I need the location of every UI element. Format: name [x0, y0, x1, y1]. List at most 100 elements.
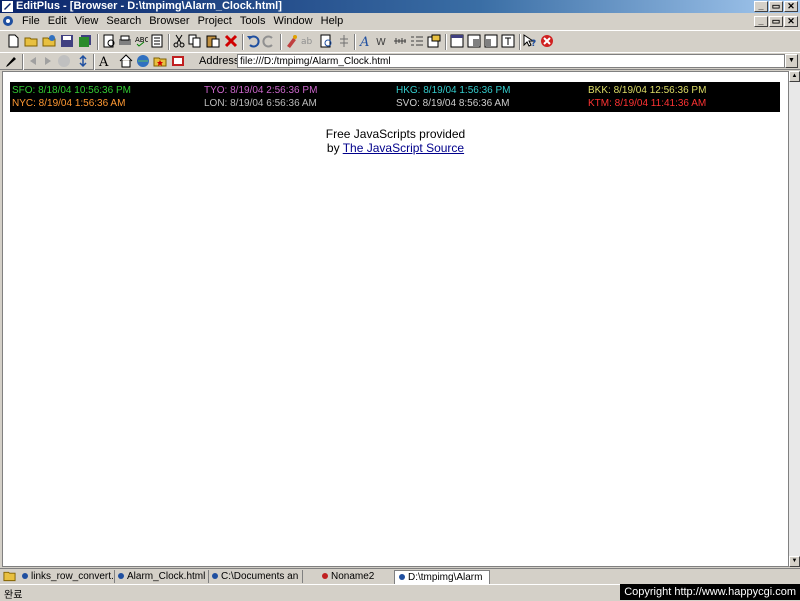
blue-dot-icon — [22, 573, 28, 580]
clock-bkk: BKK: 8/19/04 12:56:36 PM — [588, 85, 707, 96]
document-tab-bar: links_row_convert.i Alarm_Clock.html C:\… — [0, 568, 800, 585]
ruler-icon[interactable] — [393, 34, 407, 48]
scroll-up-button[interactable]: ▲ — [789, 71, 800, 82]
open-file-icon[interactable] — [24, 34, 38, 48]
document-window-controls: _ ▭ ✕ — [754, 15, 798, 27]
tab-label: Noname2 — [331, 571, 375, 582]
save-icon[interactable] — [60, 34, 74, 48]
window-title: EditPlus - [Browser - D:\tmpimg\Alarm_Cl… — [16, 0, 282, 12]
stop-icon[interactable] — [540, 34, 554, 48]
open-remote-icon[interactable] — [42, 34, 56, 48]
toolbar-separator — [93, 54, 95, 70]
context-help-icon[interactable]: ? — [523, 34, 537, 48]
print-icon[interactable] — [118, 34, 132, 48]
view-source-icon[interactable] — [171, 54, 185, 68]
tab-noname2[interactable]: Noname2 — [318, 570, 394, 583]
menu-help[interactable]: Help — [317, 13, 348, 30]
toolbar-separator — [280, 34, 282, 50]
menu-window[interactable]: Window — [270, 13, 317, 30]
refresh-icon[interactable] — [76, 54, 90, 68]
address-label: Address — [199, 55, 240, 67]
clock-nyc: NYC: 8/19/04 1:56:36 AM — [12, 98, 126, 109]
svg-text:A: A — [98, 55, 109, 68]
cliptext-window-icon[interactable] — [484, 34, 498, 48]
toolbar-separator — [242, 34, 244, 50]
address-input[interactable] — [237, 54, 785, 68]
minimize-button[interactable]: _ — [754, 1, 768, 12]
back-icon[interactable] — [26, 54, 40, 68]
blue-dot-icon — [212, 573, 218, 580]
clock-sfo: SFO: 8/18/04 10:56:36 PM — [12, 85, 131, 96]
tab-label: Alarm_Clock.html — [127, 571, 206, 582]
doc-restore-button[interactable]: ▭ — [769, 16, 783, 27]
javascript-source-link[interactable]: The JavaScript Source — [343, 141, 464, 155]
new-file-icon[interactable] — [6, 34, 20, 48]
credit-text: Free JavaScripts provided by The JavaScr… — [3, 127, 788, 155]
word-wrap-icon[interactable]: W — [376, 34, 390, 48]
folder-icon[interactable] — [3, 570, 16, 582]
undo-icon[interactable] — [246, 34, 260, 48]
stop-loading-icon[interactable] — [57, 54, 71, 68]
menu-search[interactable]: Search — [102, 13, 145, 30]
menu-file[interactable]: File — [18, 13, 44, 30]
directory-window-icon[interactable] — [450, 34, 464, 48]
browser-address-bar: A Address ▼ — [0, 52, 800, 70]
title-bar: EditPlus - [Browser - D:\tmpimg\Alarm_Cl… — [0, 0, 800, 13]
editplus-app-icon[interactable] — [2, 1, 13, 12]
document-icon[interactable] — [2, 15, 14, 27]
line-number-icon[interactable] — [410, 34, 424, 48]
clock-ktm: KTM: 8/19/04 11:41:36 AM — [588, 98, 707, 109]
menu-browser[interactable]: Browser — [145, 13, 193, 30]
svg-text:?: ? — [531, 39, 536, 48]
clock-hkg: HKG: 8/19/04 1:56:36 PM — [396, 85, 511, 96]
menu-edit[interactable]: Edit — [44, 13, 71, 30]
function-list-icon[interactable] — [427, 34, 441, 48]
find-icon[interactable] — [285, 34, 299, 48]
save-all-icon[interactable] — [78, 34, 92, 48]
find-in-files-icon[interactable] — [319, 34, 333, 48]
go-to-line-icon[interactable] — [337, 34, 351, 48]
toolbar-separator — [445, 34, 447, 50]
status-text: 완료 — [4, 590, 23, 601]
paste-icon[interactable] — [206, 34, 220, 48]
scroll-down-button[interactable]: ▼ — [789, 556, 800, 567]
doc-minimize-button[interactable]: _ — [754, 16, 768, 27]
tab-links-row-convert[interactable]: links_row_convert.i — [18, 570, 115, 583]
blue-dot-icon — [399, 574, 405, 581]
edit-pencil-icon[interactable] — [4, 54, 18, 68]
toolbar-separator — [97, 34, 99, 50]
menu-project[interactable]: Project — [194, 13, 236, 30]
clock-lon: LON: 8/19/04 6:56:36 AM — [204, 98, 317, 109]
blue-dot-icon — [118, 573, 124, 580]
print-preview-icon[interactable] — [102, 34, 116, 48]
tab-alarm-clock[interactable]: Alarm_Clock.html — [114, 570, 209, 583]
tab-browser-alarm[interactable]: D:\tmpimg\Alarm — [394, 570, 490, 585]
menu-view[interactable]: View — [71, 13, 103, 30]
tab-label: C:\Documents an — [221, 571, 299, 582]
document-selector-icon[interactable] — [150, 34, 164, 48]
credit-by: by — [326, 141, 340, 155]
spell-check-icon[interactable]: ABC — [134, 34, 148, 48]
home-icon[interactable] — [119, 54, 133, 68]
delete-icon[interactable] — [224, 34, 238, 48]
address-dropdown-button[interactable]: ▼ — [785, 54, 798, 68]
menu-bar: File Edit View Search Browser Project To… — [0, 13, 800, 30]
vertical-scrollbar[interactable]: ▲ ▼ — [789, 71, 800, 567]
search-web-icon[interactable] — [136, 54, 150, 68]
doc-close-button[interactable]: ✕ — [784, 16, 798, 27]
replace-icon[interactable]: ab — [301, 34, 315, 48]
favorites-icon[interactable] — [153, 54, 167, 68]
restore-button[interactable]: ▭ — [769, 1, 783, 12]
redo-icon[interactable] — [262, 34, 276, 48]
font-icon[interactable]: A — [359, 34, 373, 48]
close-button[interactable]: ✕ — [784, 1, 798, 12]
tab-label: links_row_convert.i — [31, 571, 115, 582]
forward-icon[interactable] — [41, 54, 55, 68]
menu-tools[interactable]: Tools — [236, 13, 270, 30]
tab-documents[interactable]: C:\Documents an — [208, 570, 303, 583]
font-size-icon[interactable]: A — [98, 54, 112, 68]
toggle-window-icon[interactable] — [501, 34, 515, 48]
copy-icon[interactable] — [188, 34, 202, 48]
output-window-icon[interactable] — [467, 34, 481, 48]
cut-icon[interactable] — [172, 34, 186, 48]
